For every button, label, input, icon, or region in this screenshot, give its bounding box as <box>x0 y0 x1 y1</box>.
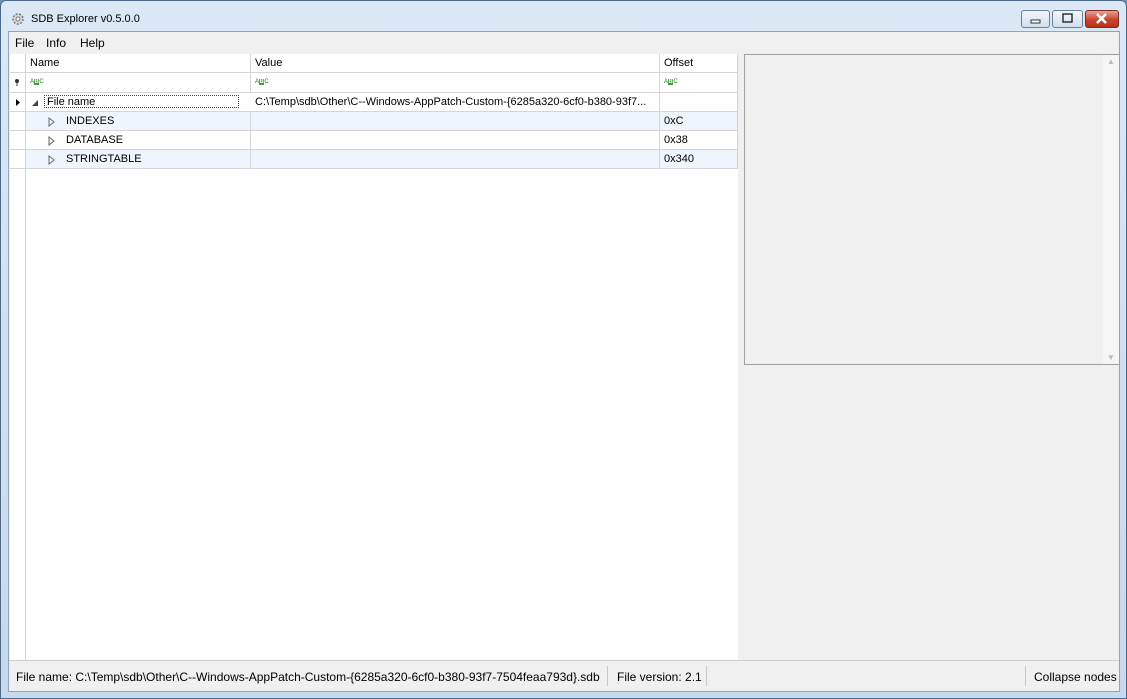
filter-value[interactable]: ABC <box>251 73 660 93</box>
row-header[interactable] <box>10 112 26 131</box>
offset-cell[interactable]: 0xC <box>660 112 738 131</box>
value-cell[interactable] <box>251 150 660 169</box>
name-text: File name <box>44 95 239 108</box>
table-row[interactable]: DATABASE 0x38 <box>10 131 738 150</box>
offset-text: 0x340 <box>664 153 694 165</box>
window-title: SDB Explorer v0.5.0.0 <box>31 13 140 25</box>
detail-panel[interactable]: ▲ ▼ <box>744 54 1120 365</box>
collapse-icon[interactable] <box>30 98 40 108</box>
column-header-name[interactable]: Name <box>26 54 251 73</box>
title-bar[interactable]: SDB Explorer v0.5.0.0 <box>1 1 1126 31</box>
status-separator <box>607 666 608 686</box>
maximize-button[interactable] <box>1052 10 1083 28</box>
offset-cell[interactable]: 0x340 <box>660 150 738 169</box>
expand-icon[interactable] <box>48 155 56 165</box>
name-cell[interactable]: File name <box>26 93 251 112</box>
pin-icon <box>15 79 19 86</box>
tree-grid[interactable]: Name Value Offset ABC ABC ABC File name … <box>10 54 739 662</box>
table-row[interactable]: INDEXES 0xC <box>10 112 738 131</box>
menu-info[interactable]: Info <box>46 36 66 50</box>
value-text: C:\Temp\sdb\Other\C--Windows-AppPatch-Cu… <box>255 96 647 108</box>
app-window: SDB Explorer v0.5.0.0 File Info Help Nam… <box>0 0 1127 699</box>
menu-file[interactable]: File <box>15 36 34 50</box>
text-filter-icon[interactable]: ABC <box>664 78 678 87</box>
value-cell[interactable]: C:\Temp\sdb\Other\C--Windows-AppPatch-Cu… <box>251 93 660 112</box>
name-text: DATABASE <box>66 134 124 146</box>
row-header[interactable] <box>10 150 26 169</box>
name-cell[interactable]: INDEXES <box>26 112 251 131</box>
offset-text: 0xC <box>664 115 684 127</box>
collapse-nodes-button[interactable]: Collapse nodes <box>1034 670 1117 684</box>
gear-icon <box>12 13 24 25</box>
column-header-name-label: Name <box>30 57 60 69</box>
minimize-button[interactable] <box>1021 10 1050 28</box>
maximize-icon <box>1062 13 1073 23</box>
name-cell[interactable]: STRINGTABLE <box>26 150 251 169</box>
offset-cell[interactable] <box>660 93 738 112</box>
name-cell[interactable]: DATABASE <box>26 131 251 150</box>
filter-offset[interactable]: ABC <box>660 73 738 93</box>
column-header-offset[interactable]: Offset <box>660 54 738 73</box>
status-separator <box>706 666 707 686</box>
table-row[interactable]: STRINGTABLE 0x340 <box>10 150 738 169</box>
vertical-scrollbar[interactable]: ▲ ▼ <box>1103 55 1119 364</box>
row-header[interactable] <box>10 93 26 112</box>
close-button[interactable] <box>1085 10 1119 28</box>
name-text: STRINGTABLE <box>66 153 142 165</box>
value-cell[interactable] <box>251 131 660 150</box>
filter-name[interactable]: ABC <box>26 73 251 93</box>
table-row[interactable]: File name C:\Temp\sdb\Other\C--Windows-A… <box>10 93 738 112</box>
expand-icon[interactable] <box>48 136 56 146</box>
filter-row-header <box>10 73 26 93</box>
scroll-up-icon[interactable]: ▲ <box>1107 57 1115 66</box>
row-header[interactable] <box>10 131 26 150</box>
close-icon <box>1096 13 1107 24</box>
value-cell[interactable] <box>251 112 660 131</box>
text-filter-icon[interactable]: ABC <box>30 78 44 87</box>
status-separator <box>1025 666 1026 686</box>
menu-bar: File Info Help <box>9 32 1119 53</box>
text-filter-icon[interactable]: ABC <box>255 78 269 87</box>
column-header-offset-label: Offset <box>664 57 694 69</box>
status-file-name: File name: C:\Temp\sdb\Other\C--Windows-… <box>16 670 600 684</box>
client-area: File Info Help Name Value Offset ABC ABC… <box>8 31 1120 692</box>
scroll-down-icon[interactable]: ▼ <box>1107 353 1115 362</box>
menu-help[interactable]: Help <box>80 36 105 50</box>
status-bar: File name: C:\Temp\sdb\Other\C--Windows-… <box>9 660 1119 691</box>
current-row-icon <box>16 99 20 106</box>
row-header-corner <box>10 54 26 73</box>
minimize-icon <box>1030 19 1041 24</box>
column-header-value[interactable]: Value <box>251 54 660 73</box>
offset-text: 0x38 <box>664 134 688 146</box>
expand-icon[interactable] <box>48 117 56 127</box>
offset-cell[interactable]: 0x38 <box>660 131 738 150</box>
row-header-column <box>10 169 26 662</box>
column-header-value-label: Value <box>255 57 283 69</box>
name-text: INDEXES <box>66 115 115 127</box>
status-file-version: File version: 2.1 <box>617 670 702 684</box>
